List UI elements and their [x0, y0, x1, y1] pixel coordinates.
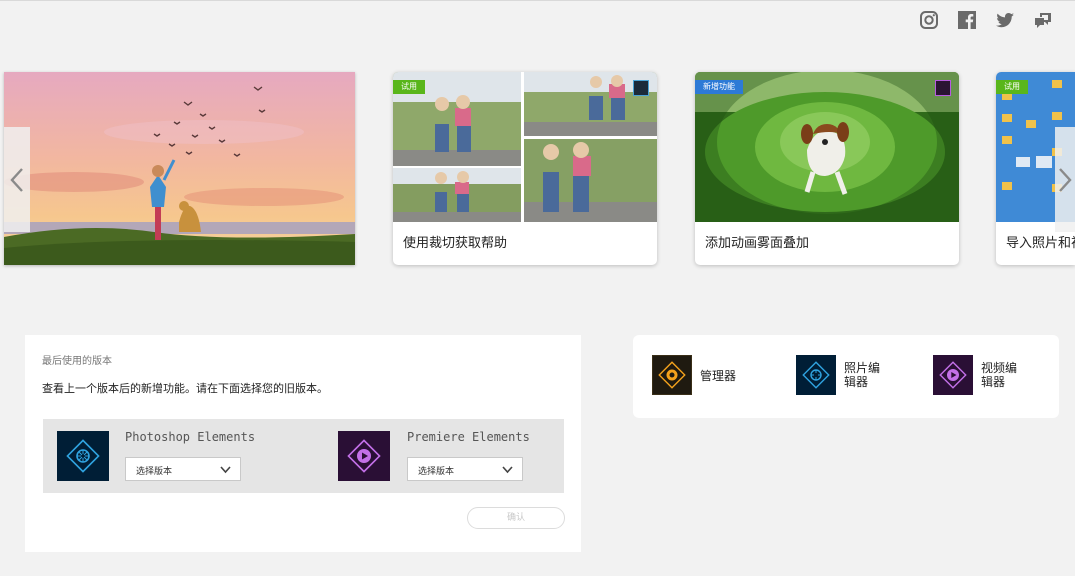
- carousel-next-button[interactable]: [1055, 127, 1075, 232]
- app-launcher-panel: 管理器 照片编 辑器 视频编 辑器: [633, 335, 1059, 418]
- chevron-left-icon: [10, 167, 23, 192]
- version-selection-box: Photoshop Elements 选择版本 Premiere Element…: [43, 419, 564, 493]
- feature-card-title: 使用裁切获取帮助: [403, 236, 508, 251]
- feature-carousel: 试用 使用裁切获取帮助 新增功能 添加动画雾面叠加 试用 导入照片和: [0, 70, 1075, 270]
- last-used-version-panel: 最后使用的版本 查看上一个版本后的新增功能。请在下面选择您的旧版本。 Photo…: [25, 335, 581, 552]
- top-divider: [0, 0, 1075, 1]
- app-label: 管理器: [700, 369, 737, 383]
- select-value: 选择版本: [136, 467, 173, 477]
- confirm-button[interactable]: 确认: [467, 507, 565, 529]
- photoshop-elements-mini-icon: [633, 80, 649, 96]
- twitter-icon[interactable]: [995, 10, 1015, 30]
- photo-editor-launch-button[interactable]: 照片编 辑器: [796, 355, 916, 397]
- feature-card-animated-overlay[interactable]: 新增功能 添加动画雾面叠加: [695, 72, 959, 265]
- social-links: [919, 10, 1053, 30]
- photo-editor-icon: [796, 355, 836, 395]
- feedback-icon[interactable]: [1033, 10, 1053, 30]
- video-editor-icon: [933, 355, 973, 395]
- feature-card-image: [695, 72, 959, 222]
- app-label: 照片编: [844, 361, 881, 375]
- premiere-elements-mini-icon: [935, 80, 951, 96]
- photoshop-elements-icon: [57, 431, 109, 481]
- product-name: Photoshop Elements: [125, 430, 256, 444]
- panel-description: 查看上一个版本后的新增功能。请在下面选择您的旧版本。: [42, 382, 328, 395]
- instagram-icon[interactable]: [919, 10, 939, 30]
- app-label: 辑器: [844, 375, 869, 389]
- facebook-icon[interactable]: [957, 10, 977, 30]
- app-label: 视频编: [981, 361, 1018, 375]
- app-label: 辑器: [981, 375, 1006, 389]
- feature-card-title: 导入照片和视: [1006, 236, 1075, 251]
- organizer-icon: [652, 355, 692, 395]
- chevron-down-icon: [502, 466, 513, 474]
- trial-badge: 试用: [996, 80, 1028, 94]
- organizer-launch-button[interactable]: 管理器: [652, 355, 772, 397]
- hero-image: [4, 72, 355, 265]
- select-value: 选择版本: [418, 467, 455, 477]
- feature-card-title: 添加动画雾面叠加: [705, 236, 810, 251]
- product-name: Premiere Elements: [407, 430, 530, 444]
- carousel-prev-button[interactable]: [4, 127, 30, 232]
- new-feature-badge: 新增功能: [695, 80, 743, 94]
- photoshop-version-select[interactable]: 选择版本: [125, 457, 241, 481]
- chevron-down-icon: [220, 466, 231, 474]
- panel-heading: 最后使用的版本: [42, 356, 112, 367]
- video-editor-launch-button[interactable]: 视频编 辑器: [933, 355, 1053, 397]
- premiere-elements-icon: [338, 431, 390, 481]
- premiere-version-select[interactable]: 选择版本: [407, 457, 523, 481]
- feature-card-image: [393, 72, 657, 222]
- chevron-right-icon: [1059, 167, 1072, 192]
- trial-badge: 试用: [393, 80, 425, 94]
- feature-card-crop-help[interactable]: 试用 使用裁切获取帮助: [393, 72, 657, 265]
